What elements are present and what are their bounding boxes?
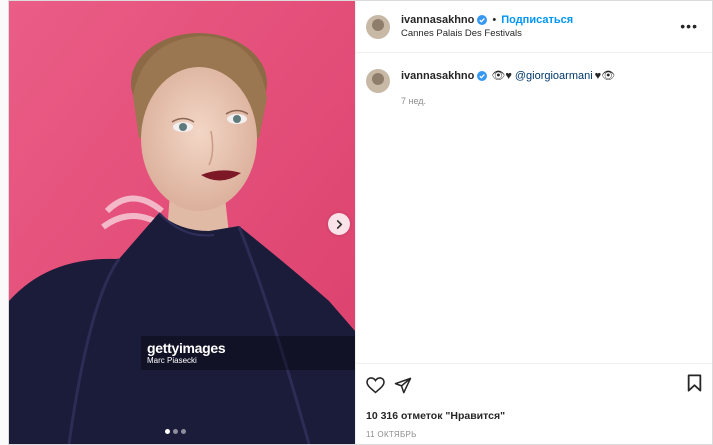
comments-area: ivannasakhno 👁♥ @giorgioarmani ♥👁 7 нед. [356,53,712,122]
caption-avatar[interactable] [366,69,390,93]
carousel-dot [173,429,178,434]
caption-time[interactable]: 7 нед. [401,96,615,106]
caption-prefix: 👁♥ [491,70,512,82]
likes-count[interactable]: 10 316 отметок "Нравится" [366,410,702,422]
carousel-dot [181,429,186,434]
next-icon [336,219,342,229]
location-link[interactable]: Cannes Palais Des Festivals [401,28,573,39]
post-sidebar: ivannasakhno • Подписаться Cannes Palais… [355,1,712,444]
watermark-credit: Marc Piasecki [147,356,197,365]
like-button[interactable] [366,376,385,394]
watermark-logo: gettyimages [147,340,226,356]
heart-icon [366,376,385,393]
post-media: gettyimages Marc Piasecki [9,1,355,444]
caption-username[interactable]: ivannasakhno [401,70,474,82]
actions-section: 10 316 отметок "Нравится" 11 ОКТЯБРЬ [356,363,712,439]
bookmark-icon [687,374,702,392]
caption-suffix: ♥👁 [594,70,616,82]
getty-watermark: gettyimages Marc Piasecki [141,336,355,370]
post-header: ivannasakhno • Подписаться Cannes Palais… [356,1,712,53]
header-row: ivannasakhno • Подписаться [401,14,573,26]
post-modal: gettyimages Marc Piasecki ivannasakhno •… [8,0,713,445]
separator: • [492,14,497,26]
verified-icon [477,70,488,81]
caption: ivannasakhno 👁♥ @giorgioarmani ♥👁 7 нед. [366,69,702,106]
carousel-dot-active [165,429,170,434]
verified-icon [477,15,488,25]
save-button[interactable] [687,374,702,397]
caption-line: ivannasakhno 👁♥ @giorgioarmani ♥👁 [401,69,616,83]
username-link[interactable]: ivannasakhno [401,14,474,26]
more-icon[interactable]: ••• [680,19,698,33]
caption-mention[interactable]: @giorgioarmani [515,70,593,82]
share-icon [394,377,412,393]
post-date[interactable]: 11 ОКТЯБРЬ [366,430,702,439]
action-icons [366,374,702,396]
post-photo [9,1,355,444]
follow-button[interactable]: Подписаться [501,14,573,26]
header-text: ivannasakhno • Подписаться Cannes Palais… [401,14,573,39]
share-button[interactable] [394,377,412,394]
next-button[interactable] [328,213,350,235]
carousel-dots [165,429,186,434]
avatar[interactable] [366,14,390,39]
caption-body: ivannasakhno 👁♥ @giorgioarmani ♥👁 7 нед. [401,69,616,107]
